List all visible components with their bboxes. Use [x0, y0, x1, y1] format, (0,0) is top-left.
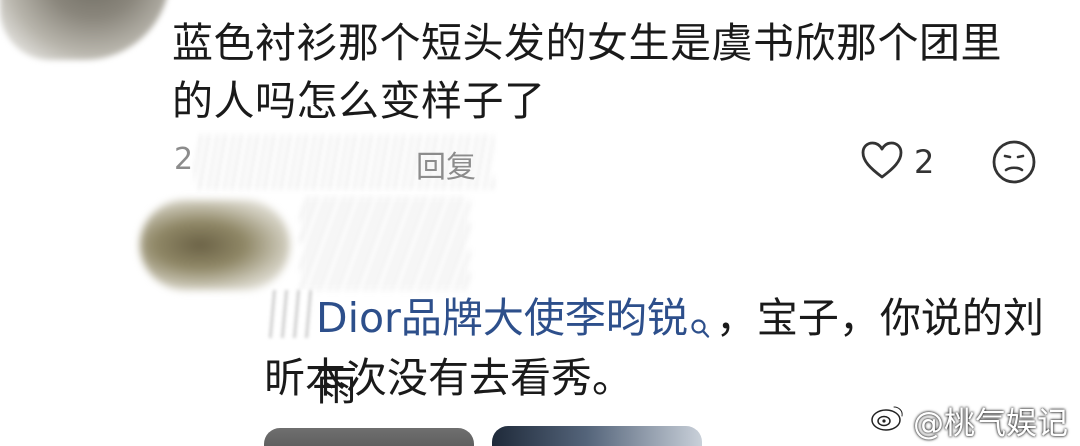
- reply-text-line2: 昕本次没有去看秀。: [264, 354, 633, 402]
- comment-thread: 蓝色衬衫那个短头发的女生是虞书欣那个团里的人吗怎么变样子了 2 回复 2 Dio…: [0, 0, 1080, 446]
- reply-button[interactable]: 回复: [416, 142, 476, 186]
- dislike-button[interactable]: [990, 138, 1038, 186]
- replier-avatar[interactable]: [140, 200, 290, 290]
- redacted-prefix: [268, 290, 316, 338]
- watermark: @桃气娱记: [869, 398, 1068, 443]
- redacted-replier-name: [300, 196, 470, 291]
- mention-link[interactable]: Dior品牌大使李昀锐: [316, 294, 688, 342]
- comment-text: 蓝色衬衫那个短头发的女生是虞书欣那个团里的人吗怎么变样子了: [172, 19, 1002, 125]
- commenter-avatar[interactable]: [0, 0, 170, 60]
- like-count: 2: [914, 143, 935, 181]
- frown-face-icon: [990, 140, 1038, 190]
- like-button[interactable]: 2: [860, 140, 934, 184]
- heart-outline-icon: [860, 140, 904, 184]
- weibo-logo-icon: [869, 401, 913, 441]
- comment-date: 2: [174, 142, 194, 177]
- image-thumbnail[interactable]: [492, 426, 702, 446]
- image-thumbnail[interactable]: [264, 428, 474, 446]
- watermark-text: @桃气娱记: [913, 406, 1068, 442]
- comment-meta-row: 2 回复 2: [172, 134, 1036, 190]
- search-icon[interactable]: [690, 296, 710, 356]
